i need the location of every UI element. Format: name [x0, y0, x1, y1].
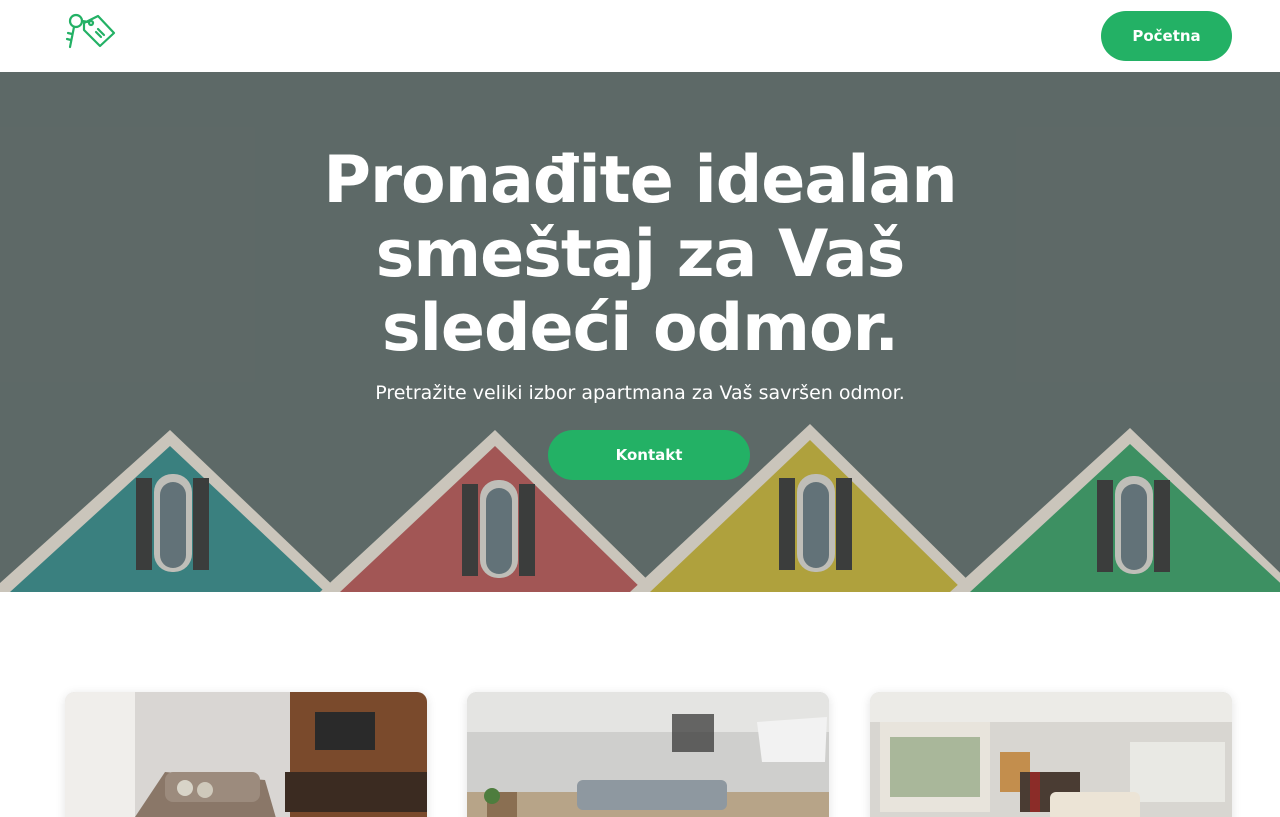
- apartment-card-3[interactable]: [870, 692, 1232, 817]
- apartment-card-1[interactable]: [65, 692, 427, 817]
- hero-subtitle: Pretražite veliki izbor apartmana za Vaš…: [375, 382, 905, 404]
- hero-title-line-1: Pronađite idealan: [323, 143, 957, 218]
- open-plan-living-room-photo: [870, 692, 1232, 817]
- keys-tag-icon[interactable]: [62, 9, 118, 55]
- hero-title: Pronađite idealan smeštaj za Vaš sledeći…: [240, 144, 1040, 366]
- living-room-wood-wall-photo: [65, 692, 427, 817]
- site-header: Početna: [0, 0, 1280, 72]
- contact-button[interactable]: Kontakt: [548, 430, 750, 480]
- hero-title-line-3: sledeći odmor.: [381, 291, 899, 366]
- hero-section: Pronađite idealan smeštaj za Vaš sledeći…: [0, 72, 1280, 592]
- living-room-bright-photo: [467, 692, 829, 817]
- apartment-cards: [0, 692, 1280, 817]
- home-button[interactable]: Početna: [1101, 11, 1232, 61]
- apartment-card-2[interactable]: [467, 692, 829, 817]
- hero-title-line-2: smeštaj za Vaš: [375, 217, 906, 292]
